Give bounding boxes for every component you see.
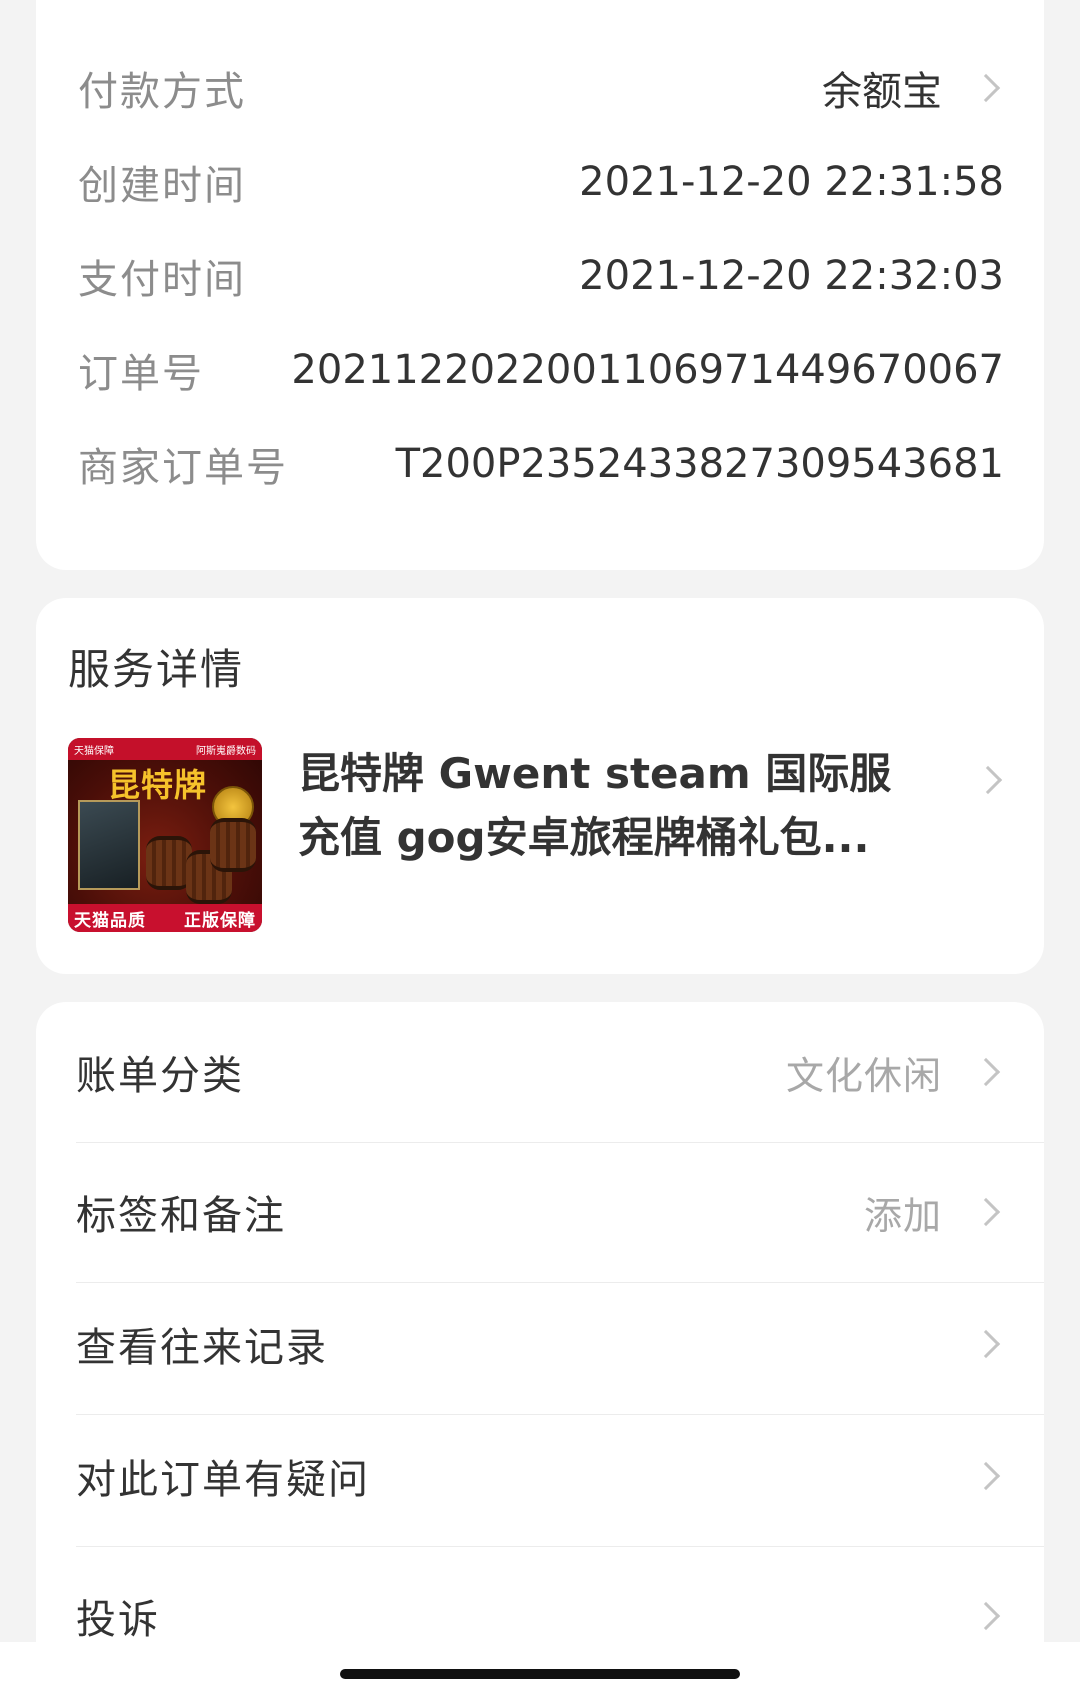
actions-card: 账单分类 文化休闲 标签和备注 添加 查看往来记录 对此订单有疑问 投诉 — [36, 1002, 1044, 1696]
tags-notes-value: 添加 — [863, 1193, 942, 1238]
bill-category-label: 账单分类 — [76, 1053, 244, 1099]
service-details-card: 服务详情 天猫保障 阿斯嵬爵数码 昆特牌 天猫品质 正版保障 昆特牌 Gwent… — [36, 598, 1044, 974]
tags-notes-label: 标签和备注 — [76, 1193, 286, 1239]
chevron-right-icon — [971, 1329, 1001, 1359]
bill-category-row[interactable]: 账单分类 文化休闲 — [76, 1002, 1044, 1142]
home-indicator[interactable] — [340, 1669, 740, 1679]
bill-category-value: 文化休闲 — [785, 1053, 942, 1098]
order-detail-page: 付款方式 余额宝 创建时间 2021-12-20 22:31:58 支付时间 2… — [0, 0, 1080, 1696]
thumb-top-right-text: 阿斯嵬爵数码 — [196, 745, 256, 757]
order-number-row: 订单号 2021122022001106971449670067 — [78, 340, 1004, 400]
created-time-value: 2021-12-20 22:31:58 — [579, 159, 1004, 205]
created-time-row: 创建时间 2021-12-20 22:31:58 — [78, 152, 1004, 212]
tags-notes-row[interactable]: 标签和备注 添加 — [76, 1142, 1044, 1282]
chevron-right-icon — [971, 1057, 1001, 1087]
order-question-row[interactable]: 对此订单有疑问 — [76, 1410, 1044, 1542]
barrel-icon — [210, 818, 256, 872]
merchant-order-number-row: 商家订单号 T200P2352433827309543681 — [78, 434, 1004, 494]
paid-time-label: 支付时间 — [78, 257, 246, 303]
divider — [76, 1546, 1044, 1547]
paid-time-value: 2021-12-20 22:32:03 — [579, 253, 1004, 299]
chevron-right-icon — [971, 1601, 1001, 1631]
order-question-label: 对此订单有疑问 — [76, 1457, 370, 1503]
order-number-label: 订单号 — [78, 351, 204, 397]
paid-time-row: 支付时间 2021-12-20 22:32:03 — [78, 246, 1004, 306]
order-info-card: 付款方式 余额宝 创建时间 2021-12-20 22:31:58 支付时间 2… — [36, 0, 1044, 570]
merchant-order-number-label: 商家订单号 — [78, 445, 288, 491]
home-bar — [0, 1642, 1080, 1696]
service-details-title: 服务详情 — [68, 645, 245, 694]
complaint-label: 投诉 — [76, 1597, 160, 1643]
payment-method-value: 余额宝 — [822, 69, 942, 115]
thumb-top-left-text: 天猫保障 — [74, 745, 114, 757]
chevron-right-icon — [971, 1461, 1001, 1491]
payment-method-label: 付款方式 — [78, 69, 246, 115]
created-time-label: 创建时间 — [78, 163, 246, 209]
product-title[interactable]: 昆特牌 Gwent steam 国际服充值 gog安卓旅程牌桶礼包... — [298, 742, 918, 870]
chevron-right-icon — [971, 1197, 1001, 1227]
merchant-order-number-value: T200P2352433827309543681 — [395, 441, 1004, 487]
thumb-badge-right: 正版保障 — [184, 910, 256, 931]
payment-method-row[interactable]: 付款方式 余额宝 — [78, 58, 1004, 118]
game-card-art — [78, 800, 140, 890]
order-number-value: 2021122022001106971449670067 — [291, 347, 1004, 393]
view-records-label: 查看往来记录 — [76, 1325, 328, 1371]
chevron-right-icon — [973, 765, 1003, 795]
chevron-right-icon — [971, 73, 1001, 103]
product-thumbnail[interactable]: 天猫保障 阿斯嵬爵数码 昆特牌 天猫品质 正版保障 — [68, 738, 262, 932]
product-item[interactable]: 天猫保障 阿斯嵬爵数码 昆特牌 天猫品质 正版保障 昆特牌 Gwent stea… — [68, 738, 1016, 932]
view-records-row[interactable]: 查看往来记录 — [76, 1278, 1044, 1410]
thumb-badge-left: 天猫品质 — [74, 910, 146, 931]
